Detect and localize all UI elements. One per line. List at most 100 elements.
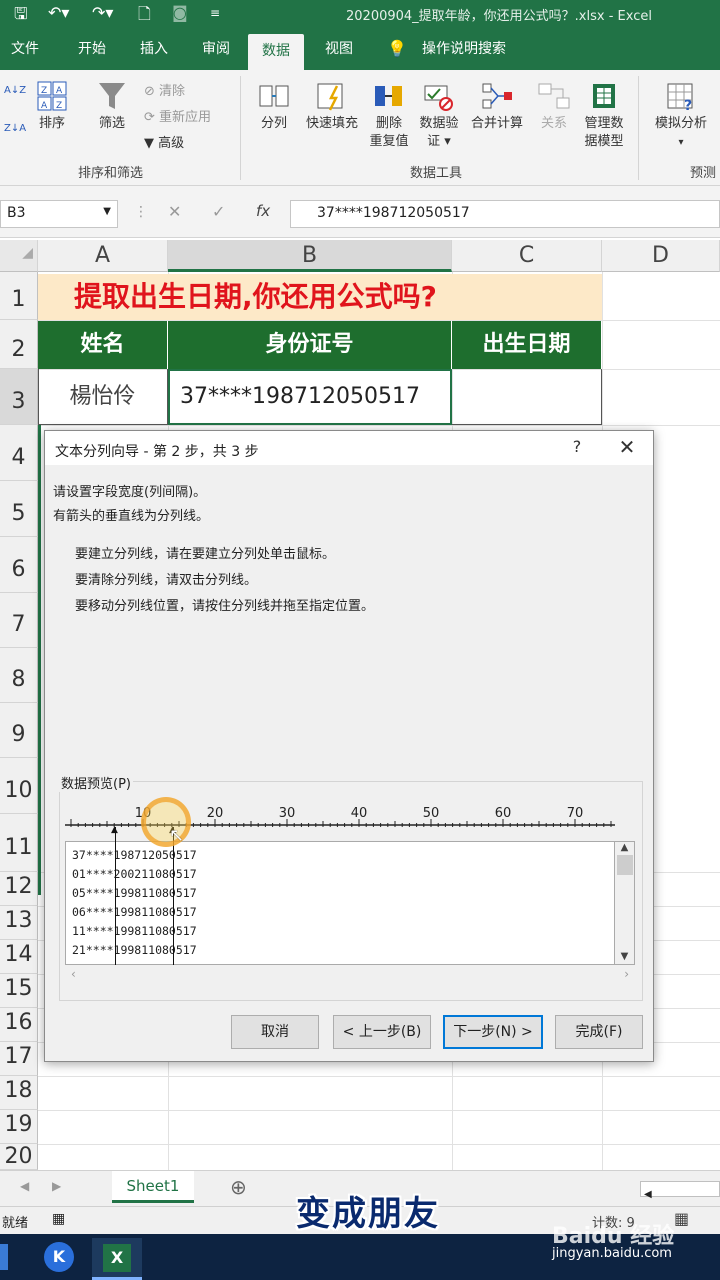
- normal-view-icon[interactable]: ▦: [674, 1209, 689, 1228]
- cancel-entry-icon[interactable]: ✕: [168, 202, 181, 221]
- column-break-line[interactable]: [115, 827, 116, 967]
- row-header-15[interactable]: 15: [0, 974, 38, 1008]
- save-icon[interactable]: 🖫: [14, 3, 28, 30]
- back-button[interactable]: < 上一步(B): [333, 1015, 431, 1049]
- cell-b3[interactable]: 37****198712050517: [168, 369, 452, 425]
- remove-duplicates-button[interactable]: 删除 重复值: [366, 80, 412, 151]
- undo-icon[interactable]: ↶▾: [48, 3, 69, 22]
- manage-data-model-button[interactable]: 管理数 据模型: [578, 80, 630, 151]
- sort-desc-button[interactable]: Z↓A: [4, 120, 26, 138]
- row-header-4[interactable]: 4: [0, 425, 38, 481]
- customize-qat-icon[interactable]: ≡: [210, 6, 220, 20]
- confirm-entry-icon[interactable]: ✓: [212, 202, 225, 221]
- tab-view[interactable]: 视图: [314, 28, 364, 70]
- sheet-tab-sheet1[interactable]: Sheet1: [112, 1171, 194, 1203]
- row-header-10[interactable]: 10: [0, 758, 38, 814]
- title-banner[interactable]: 提取出生日期,你还用公式吗?: [38, 274, 602, 320]
- redo-icon[interactable]: ↷▾: [92, 3, 113, 22]
- tab-insert[interactable]: 插入: [128, 28, 180, 70]
- sort-asc-button[interactable]: A↓Z: [4, 82, 26, 100]
- row-header-6[interactable]: 6: [0, 537, 38, 593]
- flash-fill-button[interactable]: 快速填充: [300, 80, 364, 133]
- column-header-d[interactable]: D: [602, 240, 720, 272]
- group-data-tools-label: 数据工具: [410, 166, 463, 181]
- clear-filter-icon: ⊘: [144, 84, 160, 99]
- row-header-18[interactable]: 18: [0, 1076, 38, 1110]
- scroll-left-icon[interactable]: ◀: [641, 1189, 652, 1200]
- row-header-2[interactable]: 2: [0, 320, 38, 369]
- cell-a3[interactable]: 楊怡伶: [38, 369, 168, 425]
- add-sheet-button[interactable]: ⊕: [230, 1175, 247, 1199]
- consolidate-button[interactable]: 合并计算: [466, 80, 528, 133]
- close-button[interactable]: ✕: [613, 435, 641, 459]
- row-header-14[interactable]: 14: [0, 940, 38, 974]
- ruler-tick-label: 20: [207, 806, 224, 821]
- data-validation-button[interactable]: 数据验 证 ▾: [414, 80, 464, 151]
- horizontal-scrollbar[interactable]: ◀: [640, 1181, 720, 1200]
- header-birth-date[interactable]: 出生日期: [452, 321, 602, 369]
- macro-record-icon[interactable]: ▦: [52, 1211, 65, 1227]
- name-box[interactable]: B3 ▼: [0, 200, 118, 228]
- row-header-13[interactable]: 13: [0, 906, 38, 940]
- preview-vertical-scrollbar[interactable]: ▲ ▼: [615, 841, 635, 965]
- column-header-b[interactable]: B: [168, 240, 452, 272]
- filter-button[interactable]: 筛选: [90, 80, 134, 133]
- row-header-17[interactable]: 17: [0, 1042, 38, 1076]
- finish-button[interactable]: 完成(F): [555, 1015, 643, 1049]
- camera-icon[interactable]: ◙: [172, 3, 188, 22]
- start-icon[interactable]: [0, 1244, 8, 1270]
- header-id-number[interactable]: 身份证号: [168, 321, 452, 369]
- insert-function-icon[interactable]: fx: [256, 202, 270, 220]
- header-name[interactable]: 姓名: [38, 321, 168, 369]
- ribbon-tabs: 文件 开始 插入 审阅 数据 视图 💡 操作说明搜索: [0, 28, 720, 70]
- relationships-button[interactable]: 关系: [534, 80, 574, 133]
- row-header-9[interactable]: 9: [0, 703, 38, 758]
- clear-button[interactable]: ⊘ 清除: [144, 80, 185, 99]
- scroll-down-icon[interactable]: ▼: [615, 951, 634, 962]
- what-if-analysis-button[interactable]: ? 模拟分析 ▾: [646, 80, 716, 152]
- tab-review[interactable]: 审阅: [190, 28, 242, 70]
- row-header-8[interactable]: 8: [0, 648, 38, 703]
- next-sheet-icon[interactable]: ▶: [52, 1179, 61, 1193]
- row-header-19[interactable]: 19: [0, 1110, 38, 1144]
- row-header-5[interactable]: 5: [0, 481, 38, 537]
- reapply-button[interactable]: ⟳ 重新应用: [144, 106, 211, 125]
- prev-sheet-icon[interactable]: ◀: [20, 1179, 29, 1193]
- chevron-down-icon[interactable]: ▼: [103, 206, 111, 217]
- scroll-thumb[interactable]: [616, 855, 633, 875]
- select-all-button[interactable]: ◢: [0, 240, 38, 272]
- excel-taskbar-button[interactable]: X: [92, 1238, 142, 1280]
- next-button[interactable]: 下一步(N) >: [443, 1015, 543, 1049]
- row-header-16[interactable]: 16: [0, 1008, 38, 1042]
- advanced-filter-icon: ▼: [144, 136, 159, 151]
- tab-tell-me[interactable]: 操作说明搜索: [414, 28, 514, 70]
- cancel-button[interactable]: 取消: [231, 1015, 319, 1049]
- hint-move-break: 要移动分列线位置，请按住分列线并拖至指定位置。: [75, 599, 375, 614]
- column-header-c[interactable]: C: [452, 240, 602, 272]
- row-header-7[interactable]: 7: [0, 593, 38, 648]
- tab-data[interactable]: 数据: [248, 34, 304, 70]
- row-header-20[interactable]: 20: [0, 1144, 38, 1170]
- preview-horizontal-scrollbar[interactable]: ‹ ›: [65, 965, 635, 985]
- new-file-icon[interactable]: 🗋: [138, 3, 151, 30]
- row-header-12[interactable]: 12: [0, 872, 38, 906]
- scroll-left-icon[interactable]: ‹: [71, 967, 76, 981]
- row-header-3[interactable]: 3: [0, 369, 38, 425]
- tab-home[interactable]: 开始: [66, 28, 118, 70]
- row-header-1[interactable]: 1: [0, 272, 38, 320]
- watermark-url: jingyan.baidu.com: [552, 1246, 672, 1261]
- formula-input[interactable]: 37****198712050517: [290, 200, 720, 228]
- data-preview-list[interactable]: 37****198712050517 01****200211080517 05…: [65, 841, 615, 965]
- scroll-up-icon[interactable]: ▲: [615, 842, 634, 853]
- cell-c3[interactable]: [452, 369, 602, 425]
- text-to-columns-button[interactable]: 分列: [252, 80, 296, 133]
- sort-button[interactable]: ZAAZ 排序: [30, 80, 74, 133]
- tab-file[interactable]: 文件: [0, 28, 50, 70]
- column-break-line[interactable]: [173, 827, 174, 967]
- app-k-icon[interactable]: K: [44, 1242, 74, 1272]
- scroll-right-icon[interactable]: ›: [624, 967, 629, 981]
- column-header-a[interactable]: A: [38, 240, 168, 272]
- help-button[interactable]: ?: [565, 437, 589, 456]
- row-header-11[interactable]: 11: [0, 814, 38, 872]
- advanced-button[interactable]: ▼ 高级: [144, 132, 184, 151]
